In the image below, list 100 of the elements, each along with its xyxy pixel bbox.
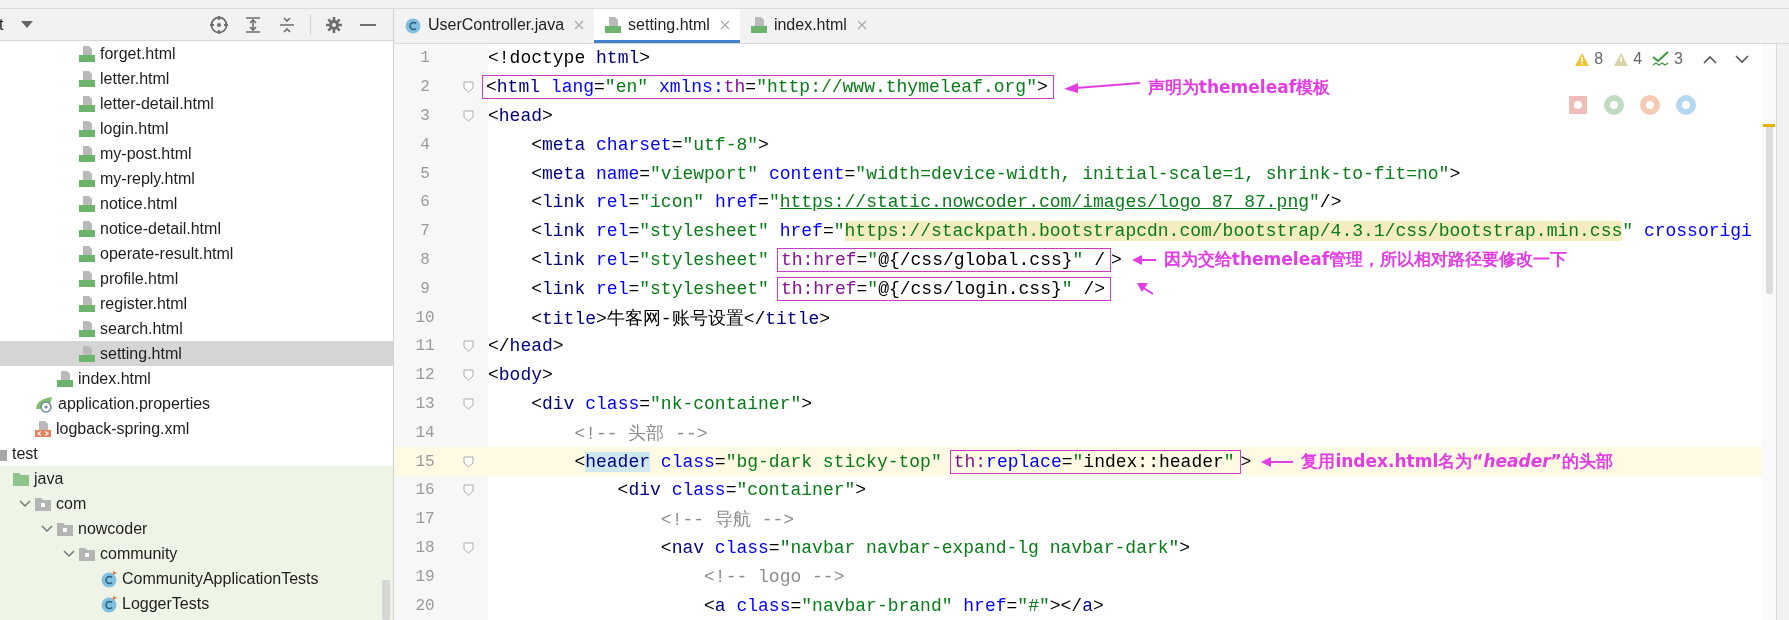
- editor-tab[interactable]: setting.html: [594, 9, 740, 43]
- fold-icon[interactable]: [462, 397, 474, 410]
- code-text: <!doctype html>: [488, 48, 651, 69]
- code-text: <div class="nk-container">: [530, 393, 813, 414]
- settings-icon[interactable]: [325, 15, 343, 34]
- line-number: 13: [414, 394, 436, 413]
- tree-item[interactable]: test: [0, 441, 393, 466]
- caret-down-icon[interactable]: [21, 20, 34, 29]
- collapse-all-icon[interactable]: [278, 15, 296, 34]
- line-number: 18: [414, 538, 436, 557]
- tree-item[interactable]: my-reply.html: [0, 166, 393, 191]
- fold-icon[interactable]: [462, 541, 474, 554]
- tree-item[interactable]: index.html: [0, 366, 393, 391]
- scrollbar[interactable]: [1766, 124, 1773, 294]
- line-number: 11: [414, 337, 436, 356]
- tree-item[interactable]: logback-spring.xml: [0, 416, 393, 441]
- leaf-gear-icon: [34, 394, 54, 413]
- tree-item[interactable]: profile.html: [0, 266, 393, 291]
- close-icon[interactable]: [856, 19, 867, 30]
- html-file-icon: [78, 219, 96, 238]
- check-icon: [1652, 51, 1671, 67]
- editor-tab[interactable]: index.html: [739, 9, 877, 43]
- code-text: <link rel="stylesheet": [530, 278, 769, 299]
- tree-item[interactable]: search.html: [0, 316, 393, 341]
- folder-icon: [12, 470, 30, 487]
- chevron-down-icon[interactable]: [1735, 54, 1749, 64]
- tree-item[interactable]: com: [0, 491, 393, 516]
- browser-icon[interactable]: [1603, 94, 1625, 116]
- html-file-icon: [749, 15, 768, 34]
- browser-icon[interactable]: [1675, 94, 1697, 116]
- code-text: >: [1111, 249, 1122, 270]
- expand-all-icon[interactable]: [244, 15, 262, 34]
- tree-item[interactable]: nowcoder: [0, 516, 393, 541]
- tree-item[interactable]: letter-detail.html: [0, 91, 393, 116]
- annotation-box: th:replace="index::header": [949, 449, 1241, 474]
- line-number: 8: [419, 250, 431, 269]
- package-icon: [56, 520, 74, 537]
- close-icon[interactable]: [574, 19, 585, 30]
- tree-item[interactable]: forget.html: [0, 41, 393, 66]
- fold-icon[interactable]: [462, 81, 474, 94]
- tree-item[interactable]: login.html: [0, 116, 393, 141]
- tree-item[interactable]: CommunityApplicationTests: [0, 566, 393, 591]
- code-text: <title>牛客网-账号设置</title>: [530, 307, 831, 330]
- tree-item[interactable]: notice.html: [0, 191, 393, 216]
- chevron-down-icon[interactable]: [63, 549, 75, 558]
- fold-icon[interactable]: [462, 455, 474, 468]
- arrow-icon: [1137, 281, 1153, 296]
- code-text: <!-- logo -->: [703, 566, 845, 587]
- close-icon[interactable]: [719, 19, 730, 30]
- line-number: 10: [414, 308, 436, 327]
- html-file-icon: [78, 169, 96, 188]
- html-file-icon: [78, 94, 96, 113]
- code-text: <a class="navbar-brand" href="#"></a>: [703, 595, 1104, 616]
- tree-item[interactable]: register.html: [0, 291, 393, 316]
- tree-item[interactable]: operate-result.html: [0, 241, 393, 266]
- fold-icon[interactable]: [462, 340, 474, 353]
- tree-item[interactable]: letter.html: [0, 66, 393, 91]
- browser-icon[interactable]: [1639, 94, 1661, 116]
- highlighted-code: https://stackpath.bootstrapcdn.com/bootstrap/4.3.1/css/bootstrap.min.css: [844, 221, 1623, 242]
- chevron-up-icon[interactable]: [1703, 54, 1717, 64]
- inspection-count: 4: [1633, 50, 1643, 68]
- annotation-note: 复用index.html名为“header”的头部: [1301, 450, 1613, 474]
- fold-icon[interactable]: [462, 484, 474, 497]
- line-number: 3: [419, 107, 431, 125]
- tree-item[interactable]: setting.html: [0, 341, 393, 366]
- annotation-note: 声明为themeleaf模板: [1147, 75, 1331, 99]
- tree-item[interactable]: my-post.html: [0, 141, 393, 166]
- code-text: <link rel="stylesheet": [530, 249, 769, 270]
- locate-icon[interactable]: [209, 14, 229, 35]
- package-icon: [34, 495, 52, 512]
- line-number: 12: [414, 366, 436, 385]
- inspection-count: 3: [1674, 50, 1683, 68]
- code-text: <head>: [488, 106, 553, 126]
- scrollbar[interactable]: [382, 580, 390, 620]
- tree-item[interactable]: LoggerTests: [0, 591, 393, 616]
- tree-item[interactable]: community: [0, 541, 393, 566]
- fold-icon[interactable]: [462, 369, 474, 382]
- package-icon: [78, 545, 96, 562]
- arrow-icon: [1261, 455, 1294, 468]
- fold-icon[interactable]: [462, 110, 474, 122]
- line-number: 1: [419, 49, 431, 68]
- editor-tab[interactable]: UserController.java: [394, 9, 595, 43]
- arrow-icon: [1131, 253, 1156, 266]
- html-file-icon: [78, 294, 96, 313]
- tree-item[interactable]: java: [0, 466, 393, 491]
- html-file-icon: [78, 194, 96, 213]
- line-number: 17: [414, 510, 436, 529]
- chevron-down-icon[interactable]: [41, 524, 53, 533]
- line-number: 6: [419, 193, 431, 212]
- tree-item[interactable]: notice-detail.html: [0, 216, 393, 241]
- panel-title: t: [0, 15, 4, 34]
- annotation-box: th:href="@{/css/login.css}" />: [776, 276, 1111, 301]
- inspection-count: 8: [1594, 50, 1604, 68]
- html-file-icon: [56, 369, 74, 388]
- code-text: </head>: [488, 336, 564, 357]
- chevron-down-icon[interactable]: [19, 499, 31, 508]
- code-text: <nav class="navbar navbar-expand-lg navbar-dark">: [659, 537, 1191, 558]
- line-number: 2: [419, 78, 431, 97]
- browser-icon[interactable]: [1567, 94, 1589, 116]
- tree-item[interactable]: application.properties: [0, 391, 393, 416]
